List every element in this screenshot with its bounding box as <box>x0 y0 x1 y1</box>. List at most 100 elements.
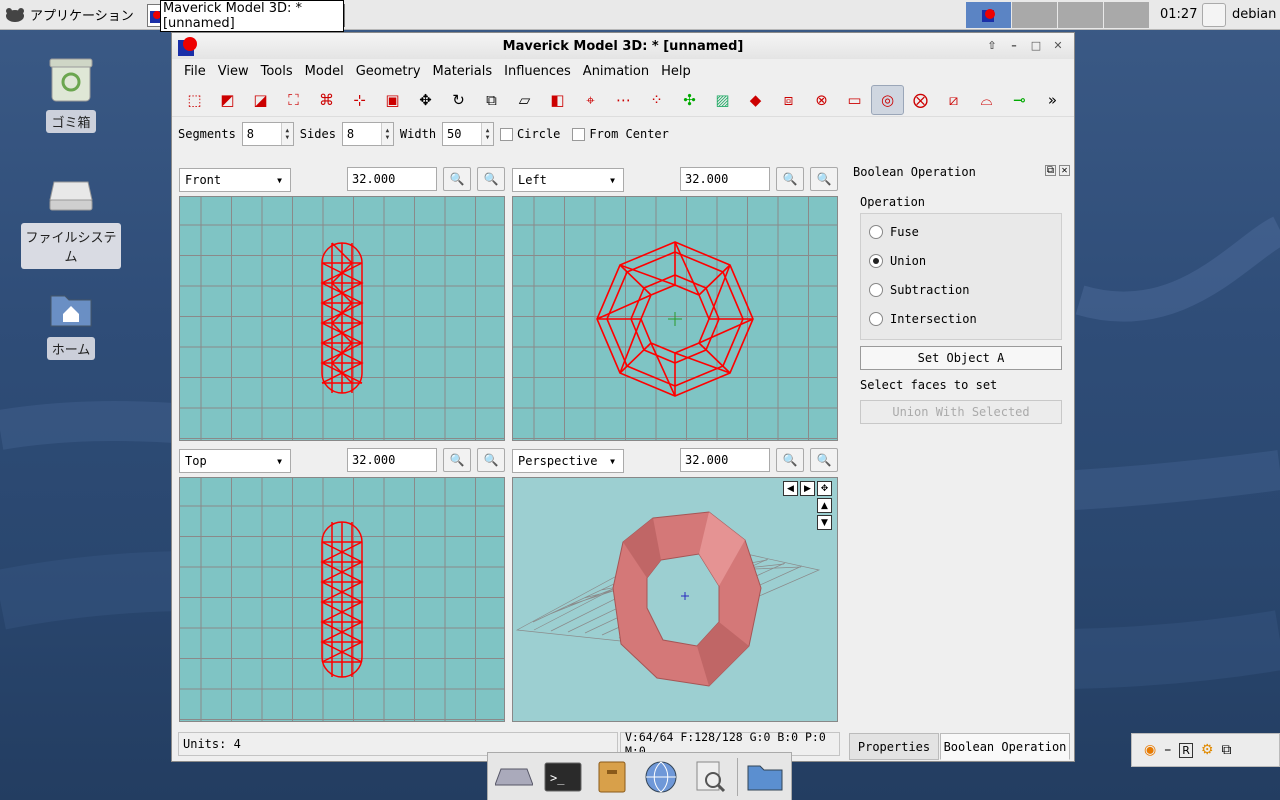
tab-boolean-operation[interactable]: Boolean Operation <box>940 733 1070 760</box>
minimize-tray-icon[interactable]: – <box>1164 742 1171 758</box>
rectangle-tool-icon[interactable]: ⧄ <box>937 85 970 115</box>
menu-view[interactable]: View <box>212 64 255 79</box>
ellipsoid-tool-icon[interactable]: ⨂ <box>904 85 937 115</box>
select-groups-tool-icon[interactable]: ⛶ <box>277 85 310 115</box>
settings-gear-icon[interactable]: ⚙ <box>1201 742 1214 758</box>
select-points-tool-icon[interactable]: ⊹ <box>343 85 376 115</box>
set-object-a-button[interactable]: Set Object A <box>860 346 1062 370</box>
vertex-tool-icon[interactable]: ⋯ <box>607 85 640 115</box>
workspace-4[interactable] <box>1104 2 1150 28</box>
zoom-in-icon[interactable]: 🔍 <box>776 167 804 191</box>
viewport-front-view-select[interactable]: Front ▼ <box>179 168 291 192</box>
sphere-tool-icon[interactable]: ⊗ <box>805 85 838 115</box>
window-list-icon[interactable]: ⧉ <box>1221 742 1231 758</box>
polygon-tool-icon[interactable]: ◆ <box>739 85 772 115</box>
r-tray-icon[interactable]: R <box>1179 742 1193 758</box>
segments-spinbox[interactable]: 8 ▲ ▼ <box>241 122 294 146</box>
radio-button[interactable] <box>869 312 883 326</box>
show-desktop-icon[interactable] <box>492 757 535 797</box>
viewport-top-view-select[interactable]: Top ▼ <box>179 449 291 473</box>
pan-right-icon[interactable]: ▶ <box>800 481 815 496</box>
float-panel-icon[interactable]: ⧉ <box>1045 165 1056 176</box>
terminal-icon[interactable]: >_ <box>541 757 584 797</box>
viewport-left-zoom-field[interactable]: 32.000 <box>680 167 770 191</box>
viewport-left-view-select[interactable]: Left ▼ <box>512 168 624 192</box>
menu-model[interactable]: Model <box>299 64 350 79</box>
viewport-perspective-zoom-field[interactable]: 32.000 <box>680 448 770 472</box>
menu-file[interactable]: File <box>178 64 212 79</box>
menu-materials[interactable]: Materials <box>427 64 499 79</box>
workspace-2[interactable] <box>1012 2 1058 28</box>
spin-arrows-icon[interactable]: ▲ ▼ <box>280 123 293 145</box>
spin-arrows-icon[interactable]: ▲ ▼ <box>481 123 494 145</box>
desktop-icon-trash[interactable]: ゴミ箱 <box>21 55 121 133</box>
union-with-selected-button[interactable]: Union With Selected <box>860 400 1062 424</box>
menu-influences[interactable]: Influences <box>498 64 577 79</box>
zoom-in-icon[interactable]: 🔍 <box>443 448 471 472</box>
viewport-top[interactable] <box>179 477 505 722</box>
web-browser-icon[interactable] <box>639 757 682 797</box>
sides-value[interactable]: 8 <box>343 127 381 141</box>
width-spinbox[interactable]: 50 ▲ ▼ <box>442 122 495 146</box>
taskbar-window-button[interactable]: Maverick Model 3D: * [unnamed] <box>147 0 345 32</box>
viewport-perspective[interactable]: ◀ ▶ ✥ ▲ ▼ <box>512 477 838 722</box>
close-button[interactable]: ✕ <box>1048 37 1068 54</box>
clock[interactable]: 01:27 <box>1160 7 1197 22</box>
background-tool-icon[interactable]: ▨ <box>706 85 739 115</box>
select-projection-tool-icon[interactable]: ▣ <box>376 85 409 115</box>
zoom-out-icon[interactable]: 🔍 <box>810 448 838 472</box>
circle-checkbox[interactable] <box>500 128 514 141</box>
bone-tool-icon[interactable]: ⌓ <box>970 85 1003 115</box>
scale-tool-icon[interactable]: ⧉ <box>475 85 508 115</box>
workspace-3[interactable] <box>1058 2 1104 28</box>
circle-option[interactable]: Circle <box>500 127 560 141</box>
shade-button[interactable]: ⇧ <box>982 37 1002 54</box>
radio-button[interactable] <box>869 225 883 239</box>
zoom-in-icon[interactable]: 🔍 <box>443 167 471 191</box>
viewport-front-zoom-field[interactable]: 32.000 <box>347 167 437 191</box>
zoom-out-icon[interactable]: 🔍 <box>477 167 505 191</box>
zoom-in-icon[interactable]: 🔍 <box>776 448 804 472</box>
spin-arrows-icon[interactable]: ▲ ▼ <box>380 123 393 145</box>
attract-tool-icon[interactable]: ✣ <box>673 85 706 115</box>
maximize-button[interactable]: □ <box>1026 37 1046 54</box>
segments-value[interactable]: 8 <box>243 127 281 141</box>
pan-up-icon[interactable]: ▲ <box>817 498 832 513</box>
menu-animation[interactable]: Animation <box>577 64 655 79</box>
radio-intersection[interactable]: Intersection <box>869 312 977 326</box>
app-finder-icon[interactable] <box>688 757 731 797</box>
viewport-front[interactable] <box>179 196 505 441</box>
radio-button[interactable] <box>869 283 883 297</box>
zoom-out-icon[interactable]: 🔍 <box>477 448 505 472</box>
move-tool-icon[interactable]: ✥ <box>409 85 442 115</box>
menu-tools[interactable]: Tools <box>255 64 299 79</box>
viewport-left[interactable] <box>512 196 838 441</box>
radio-button[interactable] <box>869 254 883 268</box>
pan-left-icon[interactable]: ◀ <box>783 481 798 496</box>
select-bones-tool-icon[interactable]: ⌘ <box>310 85 343 115</box>
width-value[interactable]: 50 <box>443 127 481 141</box>
close-panel-icon[interactable]: ✕ <box>1059 165 1070 176</box>
more-tools-icon[interactable]: » <box>1036 85 1069 115</box>
radio-union[interactable]: Union <box>869 254 926 268</box>
folder-icon[interactable] <box>744 757 787 797</box>
cube-tool-icon[interactable]: ⧈ <box>772 85 805 115</box>
workspace-1[interactable] <box>966 2 1012 28</box>
viewport-top-zoom-field[interactable]: 32.000 <box>347 448 437 472</box>
select-connected-tool-icon[interactable]: ◪ <box>244 85 277 115</box>
applications-menu[interactable]: アプリケーション <box>0 0 138 30</box>
sides-spinbox[interactable]: 8 ▲ ▼ <box>341 122 394 146</box>
from-center-checkbox[interactable] <box>572 128 586 141</box>
point-tool-icon[interactable]: ⁘ <box>640 85 673 115</box>
tab-properties[interactable]: Properties <box>849 733 939 760</box>
zoom-out-icon[interactable]: 🔍 <box>810 167 838 191</box>
workspace-switcher[interactable] <box>966 2 1150 28</box>
desktop-icon-home[interactable]: ホーム <box>21 290 121 360</box>
rotate-tool-icon[interactable]: ↻ <box>442 85 475 115</box>
from-center-option[interactable]: From Center <box>572 127 669 141</box>
menu-geometry[interactable]: Geometry <box>350 64 427 79</box>
radio-fuse[interactable]: Fuse <box>869 225 919 239</box>
desktop-icon-filesystem[interactable]: ファイルシステム <box>21 176 121 269</box>
shear-tool-icon[interactable]: ▱ <box>508 85 541 115</box>
projection-tool-icon[interactable]: ⊸ <box>1003 85 1036 115</box>
